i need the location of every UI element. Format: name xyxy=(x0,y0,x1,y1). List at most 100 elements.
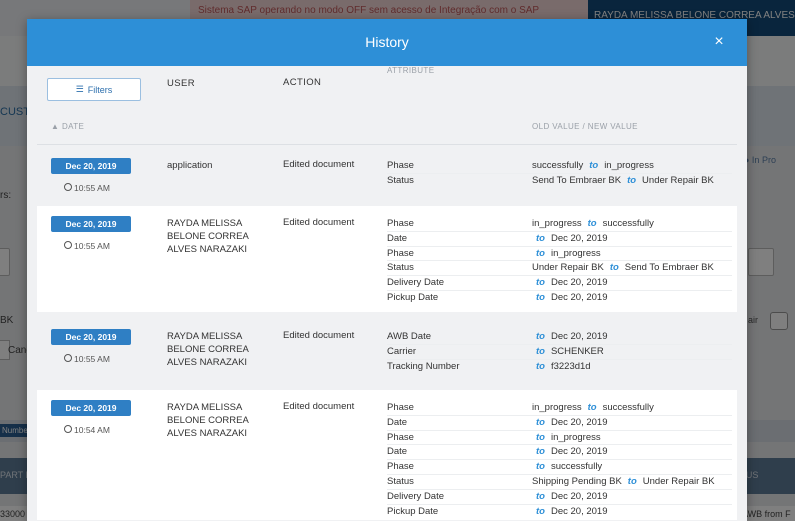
entry-user: RAYDA MELISSA BELONE CORREA ALVES NARAZA… xyxy=(167,331,249,368)
change-values: to f3223d1d xyxy=(532,360,591,374)
column-header-user: USER xyxy=(167,78,195,89)
change-row: Phase to successfully xyxy=(387,460,732,475)
entry-time: 10:55 AM xyxy=(64,241,110,251)
new-value: Dec 20, 2019 xyxy=(550,505,608,517)
change-values: to Dec 20, 2019 xyxy=(532,445,607,459)
entry-user: RAYDA MELISSA BELONE CORREA ALVES NARAZA… xyxy=(167,402,249,439)
change-values: to in_progress xyxy=(532,247,601,261)
change-values: Shipping Pending BK to Under Repair BK xyxy=(532,475,715,489)
clock-icon xyxy=(64,354,72,362)
modal-body: ☰ Filters ▲ DATE USER ACTION ATTRIBUTE O… xyxy=(27,66,747,521)
change-values: in_progress to successfully xyxy=(532,217,654,231)
new-value: Send To Embraer BK xyxy=(624,262,714,274)
entry-action: Edited document xyxy=(283,330,355,341)
modal-header: History × xyxy=(27,19,747,66)
new-value: Dec 20, 2019 xyxy=(550,232,608,244)
change-attribute: Phase xyxy=(387,247,414,259)
change-row: Status Send To Embraer BK to Under Repair B… xyxy=(387,174,732,188)
change-attribute: Delivery Date xyxy=(387,277,445,289)
date-badge: Dec 20, 2019 xyxy=(51,329,131,345)
change-row: Delivery Date to Dec 20, 2019 xyxy=(387,490,732,505)
change-values: Send To Embraer BK to Under Repair BK xyxy=(532,174,714,188)
change-list: AWB Date to Dec 20, 2019 Carrier to SCHENKER T… xyxy=(387,330,732,373)
divider xyxy=(37,144,737,145)
new-value: Dec 20, 2019 xyxy=(550,416,608,428)
change-row: Tracking Number to f3223d1d xyxy=(387,360,732,374)
entry-action: Edited document xyxy=(283,217,355,228)
time-text: 10:55 AM xyxy=(74,354,110,364)
change-row: Phase to in_progress xyxy=(387,431,732,446)
to-separator: to xyxy=(587,402,597,413)
column-header-date[interactable]: ▲ DATE xyxy=(51,122,84,131)
change-row: Status Under Repair BK to Send To Embraer B… xyxy=(387,261,732,277)
change-row: Pickup Date to Dec 20, 2019 xyxy=(387,505,732,519)
new-value: Dec 20, 2019 xyxy=(550,277,608,289)
change-values: to Dec 20, 2019 xyxy=(532,276,607,290)
change-row: Phase successfully to in_progress xyxy=(387,159,732,174)
new-value: f3223d1d xyxy=(550,360,591,372)
change-row: Delivery Date to Dec 20, 2019 xyxy=(387,276,732,291)
new-value: successfully xyxy=(550,461,603,473)
sort-asc-icon: ▲ xyxy=(51,122,60,131)
new-value: successfully xyxy=(602,402,654,413)
new-value: Dec 20, 2019 xyxy=(550,291,608,303)
filters-button[interactable]: ☰ Filters xyxy=(47,78,141,101)
change-attribute: Date xyxy=(387,446,408,458)
change-values: to Dec 20, 2019 xyxy=(532,490,607,504)
entry-time: 10:54 AM xyxy=(64,425,110,435)
sliders-icon: ☰ xyxy=(75,84,84,94)
change-attribute: Pickup Date xyxy=(387,291,439,303)
old-value: successfully xyxy=(532,160,584,171)
change-attribute: Phase xyxy=(387,461,414,473)
entry-action: Edited document xyxy=(283,401,355,412)
old-value: in_progress xyxy=(532,402,582,413)
column-header-action: ACTION xyxy=(283,77,322,88)
change-attribute: Delivery Date xyxy=(387,490,445,502)
history-modal: History × ☰ Filters ▲ DATE USER ACTION A… xyxy=(27,19,747,521)
change-attribute: Phase xyxy=(387,160,414,171)
change-row: Date to Dec 20, 2019 xyxy=(387,416,732,431)
to-separator: to xyxy=(587,218,597,229)
time-text: 10:55 AM xyxy=(74,183,110,193)
old-value: Under Repair BK xyxy=(532,262,604,274)
to-separator: to xyxy=(609,262,619,274)
change-attribute: Phase xyxy=(387,402,414,413)
change-row: Date to Dec 20, 2019 xyxy=(387,232,732,247)
change-attribute: Date xyxy=(387,416,408,428)
entry-action: Edited document xyxy=(283,159,355,170)
to-separator: to xyxy=(536,277,545,289)
new-value: Under Repair BK xyxy=(642,475,715,487)
change-row: Carrier to SCHENKER xyxy=(387,345,732,360)
history-entry: Dec 20, 2019 10:55 AM RAYDA MELISSA BELONE… xyxy=(37,206,737,312)
to-separator: to xyxy=(536,232,545,244)
close-icon[interactable]: × xyxy=(709,32,729,52)
change-row: Phase to in_progress xyxy=(387,247,732,262)
new-value: Under Repair BK xyxy=(642,174,714,186)
date-badge: Dec 20, 2019 xyxy=(51,400,131,416)
clock-icon xyxy=(64,241,72,249)
to-separator: to xyxy=(536,416,545,428)
new-value: SCHENKER xyxy=(550,345,604,357)
change-values: to SCHENKER xyxy=(532,345,604,359)
change-list: Phase in_progress to successfully Date to Dec … xyxy=(387,401,732,518)
clock-icon xyxy=(64,425,72,433)
column-header-attribute: ATTRIBUTE xyxy=(387,66,435,75)
date-badge: Dec 20, 2019 xyxy=(51,158,131,174)
change-attribute: Date xyxy=(387,232,408,244)
to-separator: to xyxy=(536,461,545,473)
change-values: to Dec 20, 2019 xyxy=(532,330,607,344)
to-separator: to xyxy=(627,475,637,487)
change-values: to Dec 20, 2019 xyxy=(532,291,607,305)
time-text: 10:55 AM xyxy=(74,241,110,251)
change-list: Phase successfully to in_progress Status Send… xyxy=(387,159,732,188)
new-value: Dec 20, 2019 xyxy=(550,331,608,342)
change-values: to Dec 20, 2019 xyxy=(532,232,607,246)
change-attribute: Phase xyxy=(387,218,414,229)
filters-label: Filters xyxy=(87,84,113,95)
entry-user: RAYDA MELISSA BELONE CORREA ALVES NARAZA… xyxy=(167,218,249,255)
change-values: to in_progress xyxy=(532,431,601,445)
to-separator: to xyxy=(536,345,545,357)
change-values: in_progress to successfully xyxy=(532,401,654,415)
change-row: Phase in_progress to successfully xyxy=(387,217,732,232)
entry-time: 10:55 AM xyxy=(64,183,110,193)
